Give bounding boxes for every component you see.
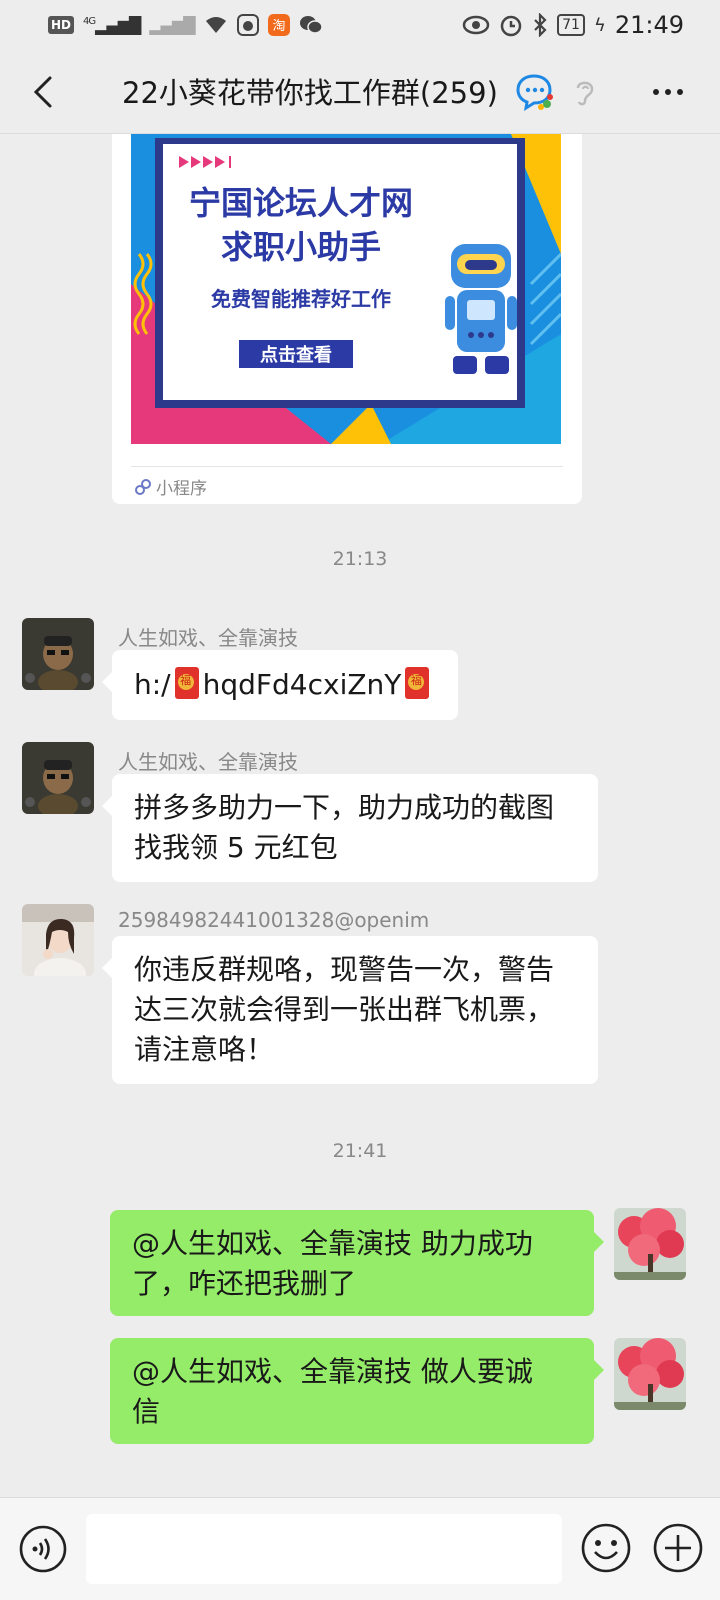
taobao-icon: 淘	[267, 14, 290, 36]
message-text: 达三次就会得到一张出群飞机票，	[134, 993, 555, 1026]
mini-program-label: 小程序	[156, 479, 207, 499]
app-notification-icon	[236, 14, 259, 36]
signal-icon: 4G▂▄▆█	[83, 15, 141, 35]
message-text: 你违反群规咯，现警告一次，警告	[134, 953, 555, 986]
message-text: @人生如戏、全靠演技 做人要诚	[132, 1355, 533, 1388]
message-input[interactable]	[86, 1514, 562, 1584]
message-text: h:/	[134, 668, 171, 701]
message-bubble-outgoing[interactable]: @人生如戏、全靠演技 助力成功 了，咋还把我删了	[110, 1210, 604, 1316]
svg-text:淘: 淘	[272, 19, 285, 34]
mini-program-footer: 小程序	[134, 474, 207, 499]
timestamp: 21:13	[332, 548, 388, 570]
alarm-icon	[500, 15, 522, 37]
banner-subtitle: 免费智能推荐好工作	[211, 287, 391, 311]
banner-title-1: 宁国论坛人才网	[189, 184, 413, 222]
message-text: 拼多多助力一下，助力成功的截图	[134, 791, 555, 824]
input-bar	[0, 1497, 720, 1600]
mini-program-banner[interactable]: 宁国论坛人才网 求职小助手 免费智能推荐好工作 点击查看	[131, 134, 561, 444]
battery-icon: 71	[557, 14, 585, 36]
my-avatar[interactable]	[614, 1208, 686, 1280]
message-bubble[interactable]: h:/ hqdFd4cxiZnY	[102, 650, 458, 720]
message-text: 了，咋还把我删了	[132, 1267, 357, 1300]
message-text: 请注意咯！	[134, 1033, 275, 1066]
my-avatar[interactable]	[614, 1338, 686, 1410]
page-title: 22小葵花带你找工作群(259)	[122, 76, 498, 110]
mini-program-card[interactable]: 宁国论坛人才网 求职小助手 免费智能推荐好工作 点击查看 小程序	[112, 134, 582, 504]
back-button[interactable]	[24, 70, 68, 114]
status-bar: HD 4G▂▄▆█ ▂▄▆█ 淘 71 ϟ 21:49	[0, 0, 720, 50]
red-envelope-icon	[405, 667, 430, 699]
clock: 21:49	[614, 11, 684, 39]
eye-icon	[462, 15, 490, 35]
message-bubble-outgoing[interactable]: @人生如戏、全靠演技 做人要诚 信	[110, 1338, 604, 1444]
message-code: hqdFd4cxiZnY	[202, 668, 402, 701]
more-button[interactable]	[640, 70, 696, 114]
message-text: 找我领 5 元红包	[134, 831, 338, 864]
message-text: 信	[132, 1395, 161, 1428]
group-chat-icon	[516, 74, 553, 112]
divider	[131, 466, 563, 467]
emoji-icon[interactable]	[580, 1522, 632, 1574]
plus-icon[interactable]	[652, 1522, 704, 1574]
avatar[interactable]	[22, 904, 94, 976]
message-bubble[interactable]: 你违反群规咯，现警告一次，警告 达三次就会得到一张出群飞机票， 请注意咯！	[102, 936, 598, 1084]
charging-icon: ϟ	[593, 14, 606, 36]
signal-2-icon: ▂▄▆█	[149, 15, 195, 35]
wifi-icon	[205, 17, 226, 33]
avatar[interactable]	[22, 618, 94, 690]
wechat-icon	[299, 16, 323, 34]
voice-icon[interactable]	[18, 1524, 68, 1574]
sender-name: 25984982441001328@openim	[118, 908, 430, 932]
sender-name: 人生如戏、全靠演技	[118, 626, 298, 650]
message-bubble[interactable]: 拼多多助力一下，助力成功的截图 找我领 5 元红包	[102, 774, 598, 882]
chat-header: 22小葵花带你找工作群(259)	[0, 50, 720, 134]
banner-button: 点击查看	[260, 344, 332, 366]
message-text: @人生如戏、全靠演技 助力成功	[132, 1227, 533, 1260]
sender-name: 人生如戏、全靠演技	[118, 750, 298, 774]
bluetooth-icon	[534, 13, 547, 37]
mini-program-icon	[135, 478, 151, 495]
timestamp: 21:41	[332, 1140, 388, 1162]
hd-badge: HD	[48, 16, 75, 34]
avatar[interactable]	[22, 742, 94, 814]
banner-title-2: 求职小助手	[221, 228, 381, 266]
red-envelope-icon	[174, 667, 199, 699]
ear-icon	[576, 81, 594, 106]
